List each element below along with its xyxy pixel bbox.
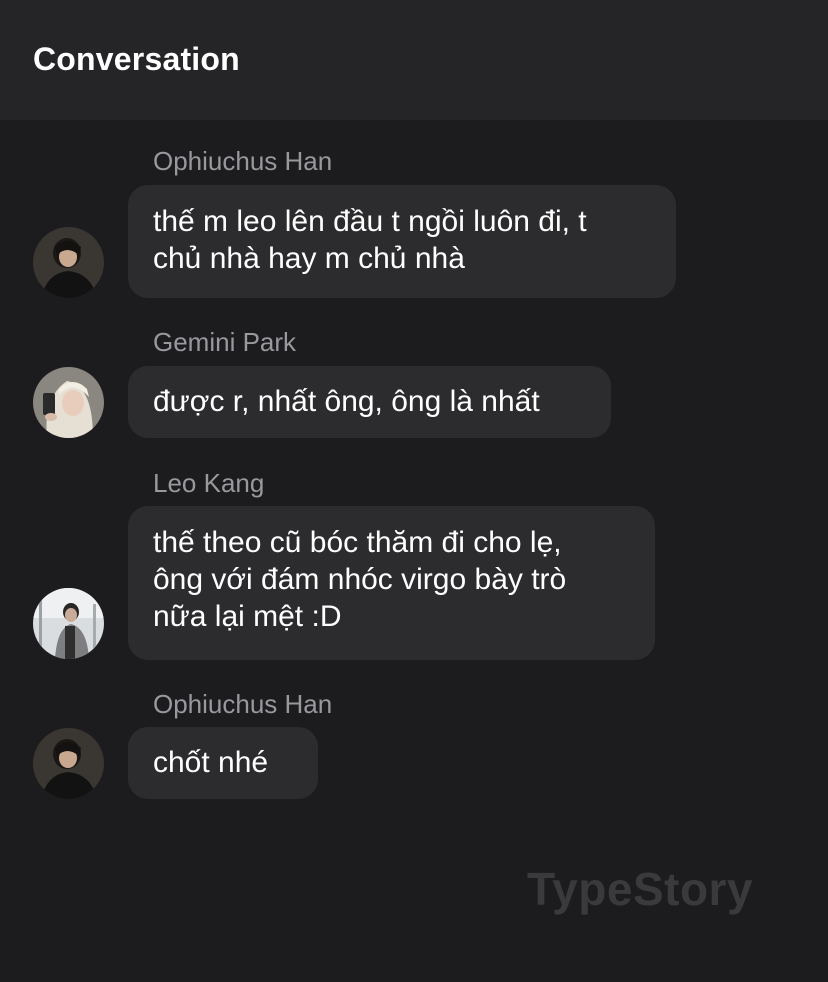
message-text-line: thế theo cũ bóc thăm đi cho lẹ,	[153, 526, 562, 559]
sender-name: Ophiuchus Han	[153, 146, 333, 176]
message-text-line: thế m leo lên đầu t ngồi luôn đi, t	[153, 205, 587, 238]
message-text-line: chốt nhé	[153, 746, 269, 779]
avatar[interactable]	[33, 227, 104, 298]
message-bubble[interactable]: được r, nhất ông, ông là nhất	[128, 366, 611, 438]
avatar[interactable]	[33, 367, 104, 438]
message-bubble[interactable]: chốt nhé	[128, 727, 318, 799]
avatar[interactable]	[33, 728, 104, 799]
avatar[interactable]	[33, 588, 104, 659]
conversation-header: Conversation	[0, 0, 828, 120]
page-title: Conversation	[33, 41, 240, 77]
watermark-logo: TypeStory	[527, 863, 754, 915]
message-text-line: chủ nhà hay m chủ nhà	[153, 242, 465, 275]
message-bubble[interactable]: thế m leo lên đầu t ngồi luôn đi, t chủ …	[128, 185, 676, 298]
message-text-line: được r, nhất ông, ông là nhất	[153, 385, 540, 418]
message-text-line: ông với đám nhóc virgo bày trò	[153, 563, 567, 596]
sender-name: Ophiuchus Han	[153, 689, 333, 719]
sender-name: Gemini Park	[153, 327, 297, 357]
message-bubble[interactable]: thế theo cũ bóc thăm đi cho lẹ, ông với …	[128, 506, 655, 660]
message-text-line: nữa lại mệt :D	[153, 600, 342, 633]
sender-name: Leo Kang	[153, 468, 265, 498]
